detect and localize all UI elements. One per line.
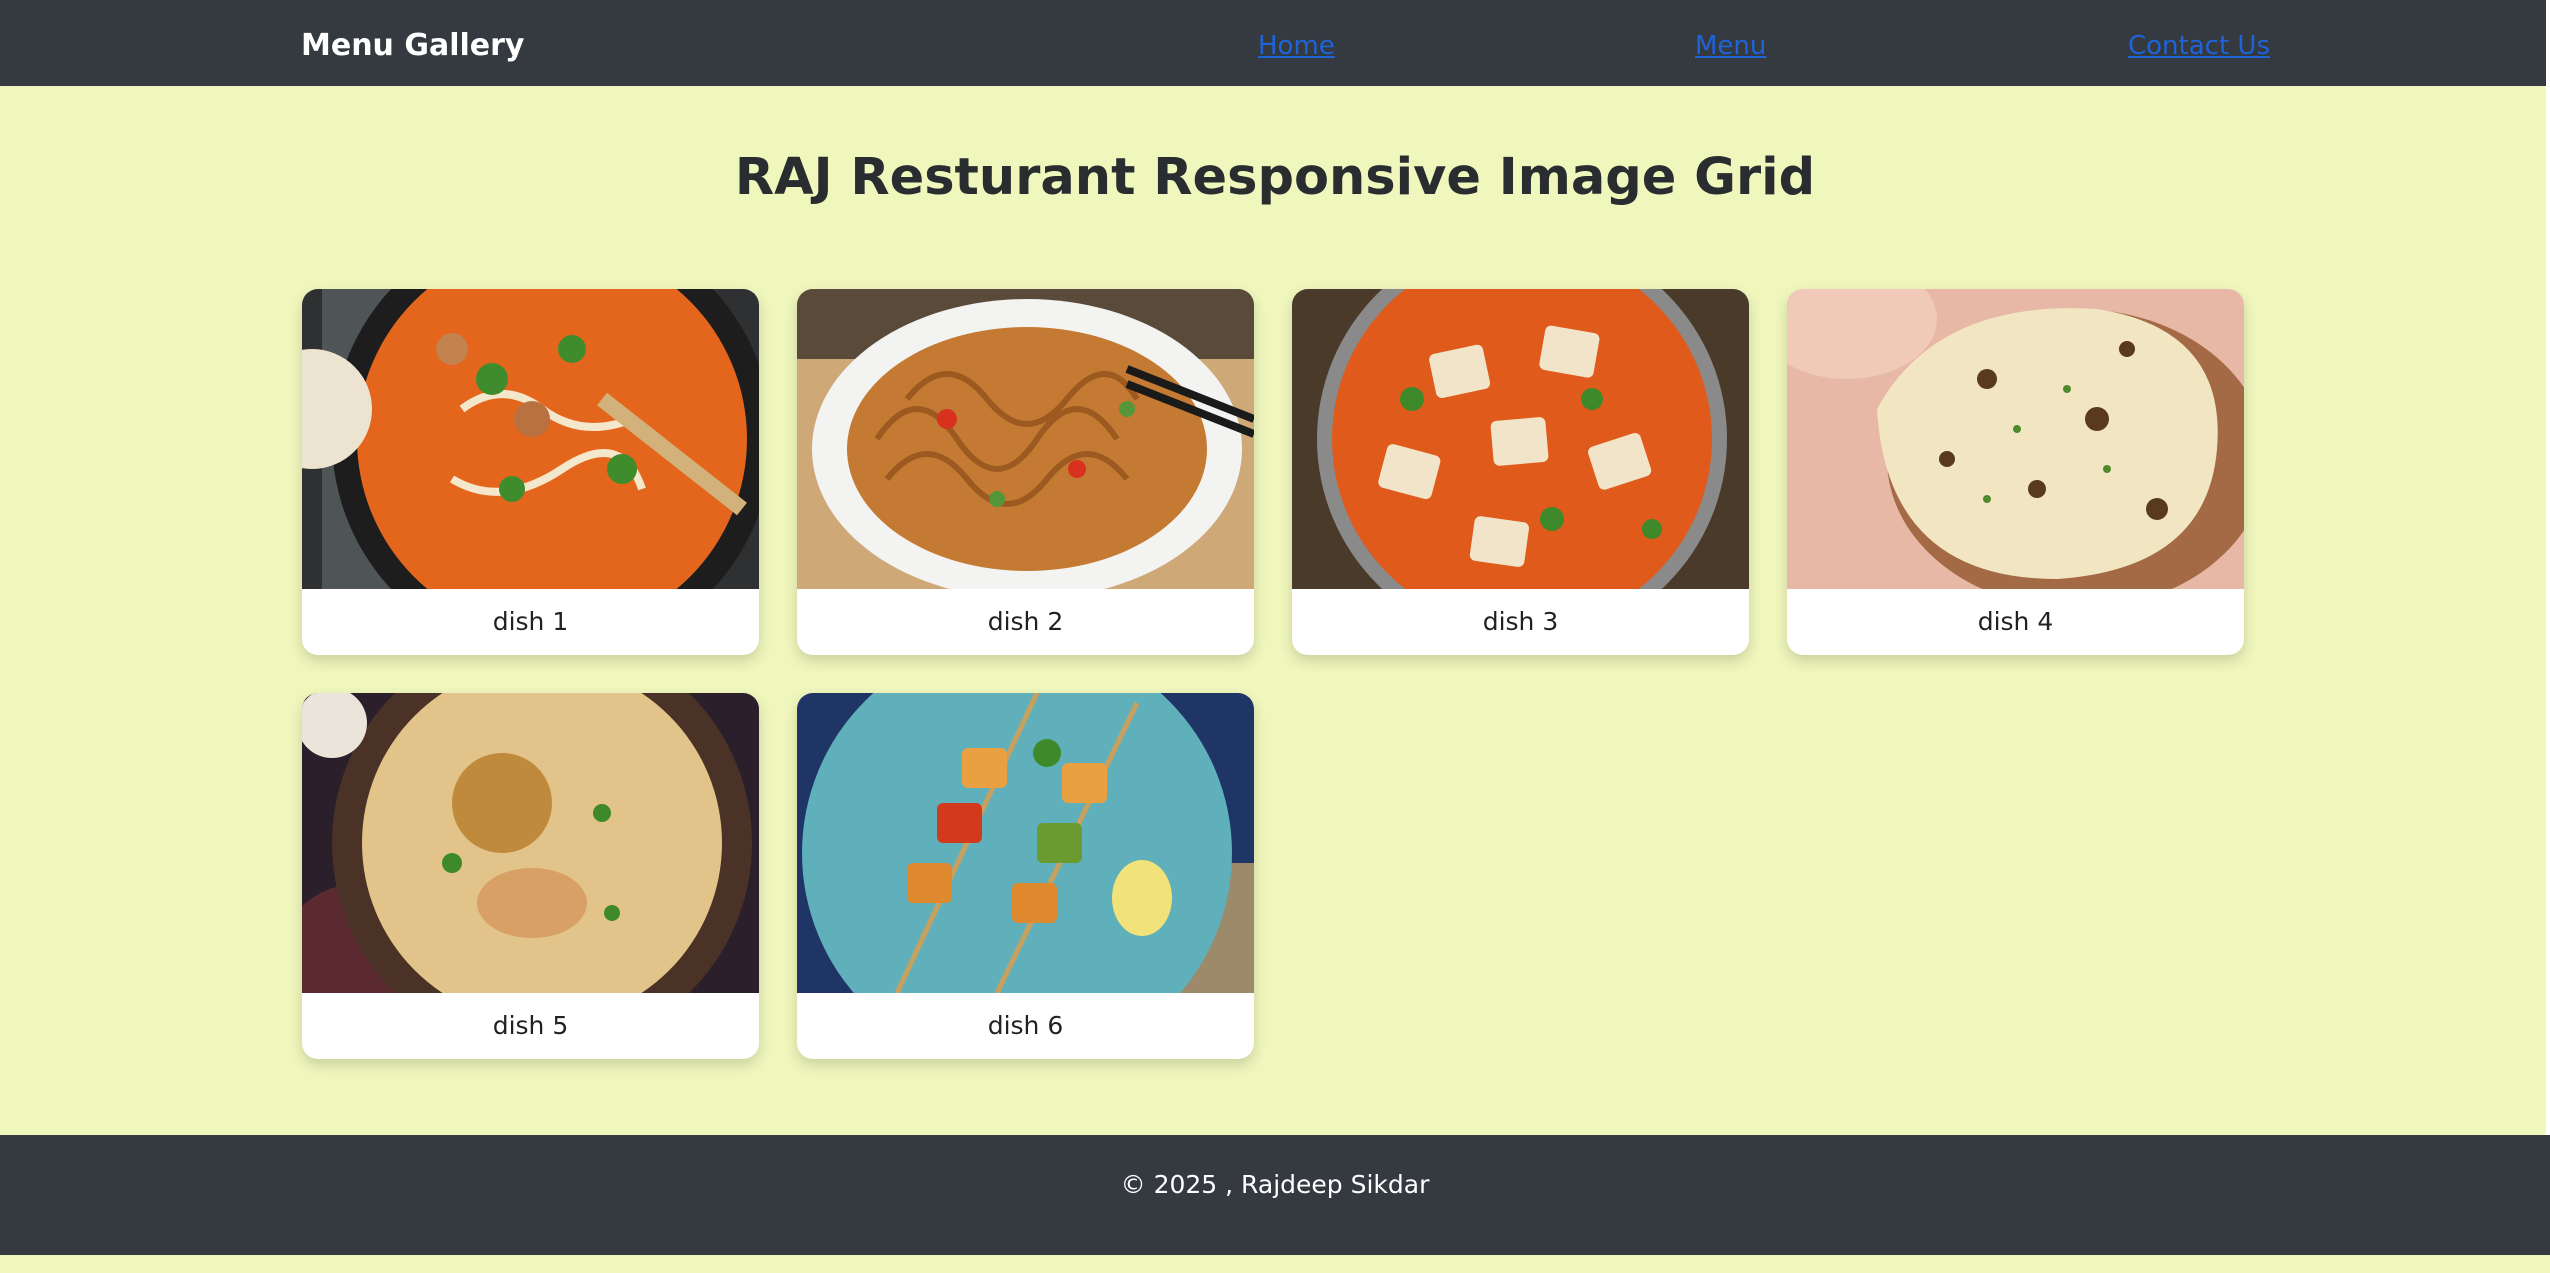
dish-5-image — [302, 693, 759, 993]
dish-1-caption: dish 1 — [492, 607, 569, 636]
brand-logo-text[interactable]: Menu Gallery — [301, 0, 525, 92]
footer-copyright: © 2025 , Rajdeep Sikdar — [1120, 1170, 1430, 1199]
nav-link-home[interactable]: Home — [1258, 0, 1335, 92]
dish-6-image — [797, 693, 1254, 993]
dish-5-caption: dish 5 — [492, 1011, 569, 1040]
dish-card-3[interactable]: dish 3 — [1292, 289, 1749, 655]
dish-4-image — [1787, 289, 2244, 589]
navbar: Menu Gallery Home Menu Contact Us — [0, 0, 2550, 86]
dish-2-image — [797, 289, 1254, 589]
dish-card-1[interactable]: dish 1 — [302, 289, 759, 655]
window-edge — [2546, 0, 2550, 1135]
dish-2-caption: dish 2 — [987, 607, 1064, 636]
dish-6-caption: dish 6 — [987, 1011, 1064, 1040]
page-title: RAJ Resturant Responsive Image Grid — [734, 148, 1816, 207]
dish-1-image — [302, 289, 759, 589]
dish-card-4[interactable]: dish 4 — [1787, 289, 2244, 655]
dish-card-5[interactable]: dish 5 — [302, 693, 759, 1059]
nav-link-contact-us[interactable]: Contact Us — [2128, 0, 2270, 92]
dish-card-2[interactable]: dish 2 — [797, 289, 1254, 655]
dish-3-caption: dish 3 — [1482, 607, 1559, 636]
dish-card-6[interactable]: dish 6 — [797, 693, 1254, 1059]
dish-3-image — [1292, 289, 1749, 589]
dish-4-caption: dish 4 — [1977, 607, 2054, 636]
footer: © 2025 , Rajdeep Sikdar — [0, 1135, 2550, 1255]
nav-link-menu[interactable]: Menu — [1695, 0, 1766, 92]
